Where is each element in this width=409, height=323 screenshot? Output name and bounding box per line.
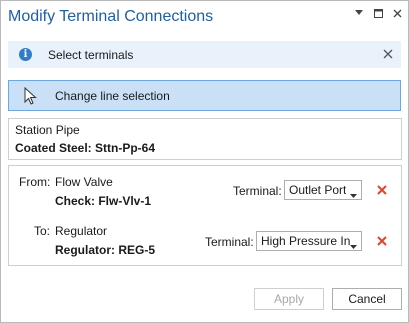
from-terminal-select[interactable]: Outlet Port — [284, 180, 362, 200]
window-title: Modify Terminal Connections — [8, 8, 214, 25]
chevron-down-icon — [350, 239, 357, 249]
remove-to-icon[interactable] — [376, 235, 388, 247]
cancel-button[interactable]: Cancel — [332, 288, 402, 310]
restore-icon[interactable] — [373, 7, 383, 19]
connections-section: From: Flow Valve Check: Flw-Vlv-1 Termin… — [8, 165, 402, 266]
info-bar: i Select terminals — [8, 41, 401, 68]
change-line-selection-button[interactable]: Change line selection — [8, 80, 401, 111]
chevron-down-icon — [350, 188, 357, 198]
from-device-id: Check: Flw-Vlv-1 — [55, 194, 152, 208]
info-icon: i — [19, 48, 32, 61]
remove-from-icon[interactable] — [376, 184, 388, 196]
pipe-id: Coated Steel: Sttn-Pp-64 — [15, 141, 156, 155]
titlebar-buttons — [354, 7, 402, 19]
chevron-down-icon[interactable] — [354, 7, 364, 19]
modify-terminal-connections-window: Modify Terminal Connections i Select ter… — [0, 0, 409, 323]
close-icon[interactable] — [392, 7, 402, 19]
change-line-selection-label: Change line selection — [55, 88, 170, 103]
to-terminal-value: High Pressure In — [261, 234, 351, 248]
to-label: To: — [34, 224, 51, 238]
cursor-arrow-icon — [23, 86, 39, 105]
to-device-id: Regulator: REG-5 — [55, 243, 156, 257]
to-device-name: Regulator — [55, 224, 108, 238]
info-text: Select terminals — [48, 47, 134, 62]
apply-button[interactable]: Apply — [254, 288, 324, 310]
from-terminal-label: Terminal: — [233, 184, 282, 198]
from-terminal-value: Outlet Port — [289, 183, 347, 197]
pipe-name: Station Pipe — [15, 123, 80, 137]
to-terminal-label: Terminal: — [205, 235, 254, 249]
from-device-name: Flow Valve — [55, 175, 113, 189]
close-icon[interactable] — [382, 47, 394, 61]
pipe-section: Station Pipe Coated Steel: Sttn-Pp-64 — [8, 118, 402, 160]
from-label: From: — [19, 175, 51, 189]
to-terminal-select[interactable]: High Pressure In — [256, 231, 362, 251]
